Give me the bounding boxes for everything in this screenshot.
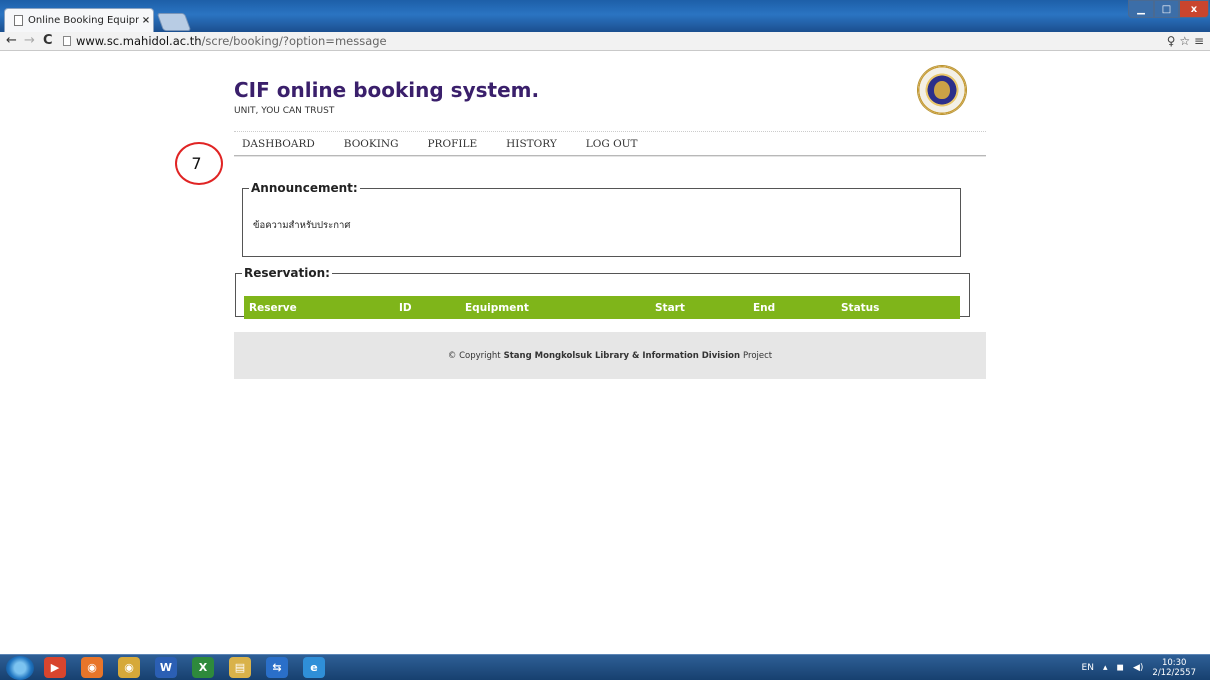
divider	[234, 131, 986, 132]
teamviewer-icon[interactable]: ⇆	[266, 657, 288, 678]
site-tagline: UNIT, YOU CAN TRUST	[234, 106, 335, 116]
tab-title: Online Booking Equipmer	[28, 15, 139, 26]
browser-tab[interactable]: Online Booking Equipmer ×	[4, 8, 154, 32]
close-window-button[interactable]: x	[1179, 0, 1209, 18]
system-tray: EN ▴ ◼ ◀) 10:30 2/12/2557	[1073, 655, 1196, 680]
footer-suffix: Project	[743, 350, 773, 361]
reload-icon[interactable]: C	[43, 32, 53, 50]
reservation-table: Reserve ID Equipment Start End Status	[244, 296, 960, 319]
clock-time: 10:30	[1161, 657, 1187, 668]
minimize-button[interactable]: ▁	[1128, 0, 1154, 18]
start-button[interactable]	[6, 656, 34, 680]
column-header-start: Start	[655, 301, 685, 314]
announcement-legend: Announcement:	[251, 181, 358, 195]
word-icon[interactable]: W	[155, 657, 177, 678]
tray-arrow-icon[interactable]: ▴	[1103, 663, 1108, 673]
browser-tab-bar: Online Booking Equipmer × ▁ □ x	[0, 0, 1210, 32]
media-player-icon[interactable]: ▶	[44, 657, 66, 678]
column-header-reserve: Reserve	[249, 301, 297, 314]
footer-prefix: © Copyright	[447, 350, 501, 361]
network-icon[interactable]: ◼	[1116, 663, 1123, 673]
menu-history[interactable]: HISTORY	[506, 138, 557, 150]
firefox-icon[interactable]: ◉	[81, 657, 103, 678]
university-seal-logo	[918, 66, 966, 114]
menu-logout[interactable]: LOG OUT	[586, 138, 638, 150]
clock[interactable]: 10:30 2/12/2557	[1152, 658, 1196, 678]
reservation-box: Reservation: Reserve ID Equipment Start …	[235, 266, 970, 319]
address-bar[interactable]: www.sc.mahidol.ac.th/scre/booking/?optio…	[63, 33, 1173, 49]
main-menu: DASHBOARD BOOKING PROFILE HISTORY LOG OU…	[242, 138, 667, 150]
back-arrow-icon[interactable]: ←	[6, 32, 17, 50]
forward-arrow-icon[interactable]: →	[24, 32, 35, 50]
announcement-box: Announcement: ข้อความสำหรับประกาศ	[242, 181, 961, 257]
explorer-icon[interactable]: ▤	[229, 657, 251, 678]
page-icon	[63, 36, 71, 46]
browser-menu-icons[interactable]: ♀ ☆ ≡	[1167, 32, 1204, 50]
page-footer: © Copyright Stang Mongkolsuk Library & I…	[234, 332, 986, 379]
url-path: /scre/booking/?option=message	[201, 34, 387, 48]
excel-icon[interactable]: X	[192, 657, 214, 678]
language-indicator[interactable]: EN	[1082, 663, 1094, 673]
ie-icon[interactable]: e	[303, 657, 325, 678]
volume-icon[interactable]: ◀)	[1133, 663, 1143, 673]
url-host: www.sc.mahidol.ac.th	[76, 34, 202, 48]
announcement-text: ข้อความสำหรับประกาศ	[253, 220, 351, 231]
table-header-row: Reserve ID Equipment Start End Status	[244, 296, 960, 319]
column-header-id: ID	[399, 301, 412, 314]
clock-date: 2/12/2557	[1152, 667, 1196, 678]
site-title: CIF online booking system.	[234, 78, 540, 102]
page-icon	[14, 15, 23, 26]
menu-profile[interactable]: PROFILE	[427, 138, 477, 150]
column-header-equipment: Equipment	[465, 301, 529, 314]
new-tab-button[interactable]	[156, 13, 192, 31]
footer-org: Stang Mongkolsuk Library & Information D…	[503, 350, 741, 361]
column-header-end: End	[753, 301, 776, 314]
annotation-circle: 7	[175, 142, 223, 185]
menu-dashboard[interactable]: DASHBOARD	[242, 138, 315, 150]
chrome-icon[interactable]: ◉	[118, 657, 140, 678]
browser-toolbar: ← → C www.sc.mahidol.ac.th/scre/booking/…	[0, 32, 1210, 51]
menu-booking[interactable]: BOOKING	[344, 138, 399, 150]
web-page: CIF online booking system. UNIT, YOU CAN…	[0, 51, 1210, 654]
divider	[234, 155, 986, 156]
maximize-button[interactable]: □	[1154, 0, 1179, 18]
column-header-status: Status	[841, 301, 880, 314]
windows-taskbar: ▶ ◉ ◉ W X ▤ ⇆ e EN ▴ ◼ ◀) 10:30 2/12/2557	[0, 654, 1210, 680]
reservation-legend: Reservation:	[244, 266, 330, 280]
tab-close-icon[interactable]: ×	[139, 15, 153, 26]
